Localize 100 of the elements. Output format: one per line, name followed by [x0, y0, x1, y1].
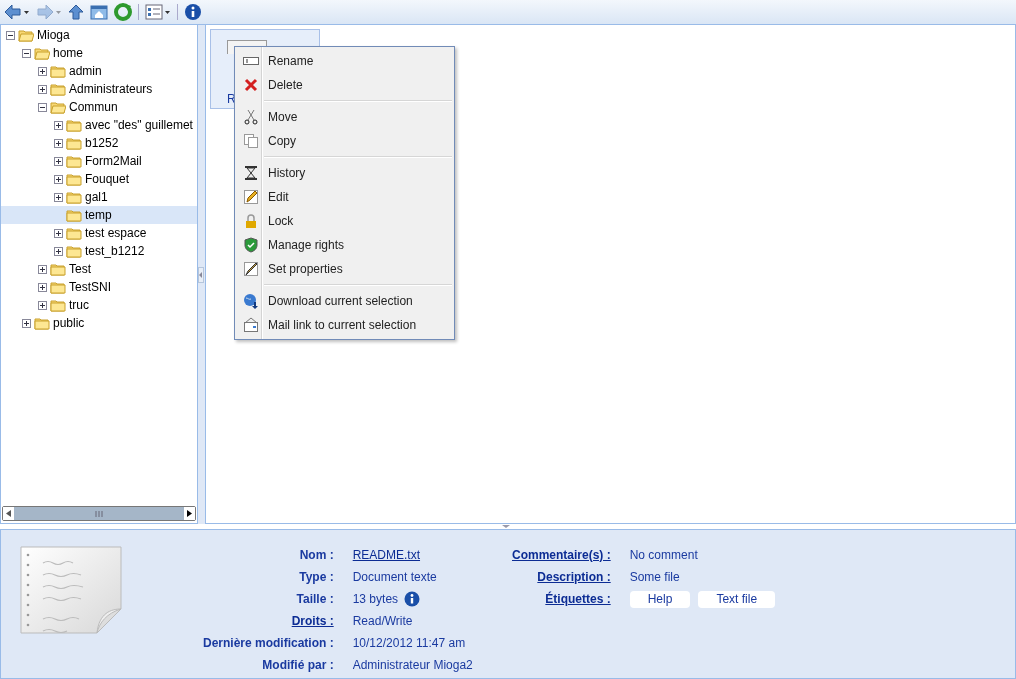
grip-icon[interactable] [95, 510, 103, 517]
expand-toggle[interactable] [38, 282, 47, 292]
field-label: Modifié par : [261, 657, 334, 674]
collapse-toggle[interactable] [22, 48, 31, 58]
hourglass-icon [243, 165, 259, 181]
folder-icon [50, 280, 66, 294]
info-icon[interactable] [404, 591, 421, 607]
field-value: No comment [629, 548, 698, 562]
field-value: Some file [629, 570, 680, 584]
menu-item[interactable]: Download current selection [237, 289, 452, 313]
expand-toggle[interactable] [22, 318, 31, 328]
field-label: Nom : [298, 547, 334, 564]
folder-icon [66, 208, 82, 222]
info-icon[interactable] [184, 3, 202, 21]
padlock-icon [243, 213, 259, 229]
expand-toggle[interactable] [38, 84, 47, 94]
field-label-link[interactable]: Étiquettes : [512, 588, 611, 610]
tree-item[interactable]: Mioga [1, 26, 197, 44]
tree-item[interactable]: public [1, 314, 197, 332]
menu-item[interactable]: Mail link to current selection [237, 313, 452, 337]
collapse-toggle[interactable] [6, 30, 15, 40]
field-value: Document texte [352, 570, 437, 584]
refresh-icon[interactable] [114, 3, 132, 21]
up-arrow-icon[interactable] [68, 4, 84, 20]
folder-icon [50, 64, 66, 78]
folder-icon [66, 226, 82, 240]
tree-item[interactable]: Administrateurs [1, 80, 197, 98]
tag-button[interactable]: Help [629, 590, 691, 608]
expand-toggle[interactable] [38, 66, 47, 76]
menu-item[interactable]: Rename [237, 49, 452, 73]
folder-icon [50, 298, 66, 312]
splitter-handle[interactable] [198, 266, 204, 283]
expand-toggle[interactable] [54, 228, 63, 238]
tree-item[interactable]: Commun [1, 98, 197, 116]
folder-icon [66, 244, 82, 258]
horizontal-scrollbar[interactable] [2, 506, 196, 521]
tree-item[interactable]: b1252 [1, 134, 197, 152]
folder-icon [50, 262, 66, 276]
menu-item[interactable]: Edit [237, 185, 452, 209]
home-folder-icon[interactable] [90, 4, 108, 20]
field-label: Type : [298, 569, 334, 586]
expand-toggle[interactable] [54, 246, 63, 256]
file-name-link[interactable]: README.txt [352, 548, 421, 562]
tree-item[interactable]: test_b1212 [1, 242, 197, 260]
tree-item[interactable]: home [1, 44, 197, 62]
field-value: Administrateur Mioga2 [352, 658, 473, 672]
menu-item[interactable]: Delete [237, 73, 452, 97]
folder-icon [66, 190, 82, 204]
tree-item[interactable]: Form2Mail [1, 152, 197, 170]
expand-toggle[interactable] [38, 264, 47, 274]
field-label-link[interactable]: Droits : [203, 610, 334, 632]
field-label: Taille : [295, 591, 334, 608]
tree-item[interactable]: avec "des" guillemet [1, 116, 197, 134]
expand-toggle[interactable] [54, 120, 63, 130]
tree-item[interactable]: Fouquet [1, 170, 197, 188]
expand-toggle[interactable] [54, 156, 63, 166]
menu-item[interactable]: History [237, 161, 452, 185]
expand-toggle[interactable] [38, 300, 47, 310]
tree-item[interactable]: Test [1, 260, 197, 278]
scroll-left-icon[interactable] [6, 510, 11, 517]
open-folder-icon [18, 28, 34, 42]
field-label-link[interactable]: Commentaire(s) : [512, 544, 611, 566]
open-folder-icon [50, 100, 66, 114]
folder-icon [66, 118, 82, 132]
field-label-link[interactable]: Description : [512, 566, 611, 588]
pencil-icon [243, 261, 259, 277]
folder-icon [66, 136, 82, 150]
tree-item[interactable]: temp [1, 206, 197, 224]
field-value: 13 bytes [352, 592, 399, 606]
scissors-icon [243, 109, 259, 125]
shield-icon [243, 237, 259, 253]
collapse-toggle[interactable] [38, 102, 47, 112]
menu-item[interactable]: Manage rights [237, 233, 452, 257]
expand-toggle[interactable] [54, 138, 63, 148]
folder-icon [34, 316, 50, 330]
pencil-icon [243, 189, 259, 205]
tree-item[interactable]: TestSNI [1, 278, 197, 296]
scroll-right-icon[interactable] [187, 510, 192, 517]
copy-icon [243, 133, 259, 149]
menu-item[interactable]: Set properties [237, 257, 452, 281]
tree-item[interactable]: gal1 [1, 188, 197, 206]
globe-download-icon [243, 293, 259, 309]
open-folder-icon [34, 46, 50, 60]
tree-item[interactable]: admin [1, 62, 197, 80]
expand-toggle[interactable] [54, 174, 63, 184]
tree-item[interactable]: test espace [1, 224, 197, 242]
expand-toggle[interactable] [54, 192, 63, 202]
folder-icon [66, 154, 82, 168]
menu-item[interactable]: Lock [237, 209, 452, 233]
back-arrow-icon[interactable] [4, 4, 30, 20]
field-label: Dernière modification : [203, 635, 334, 652]
menu-item[interactable]: Copy [237, 129, 452, 153]
tree-item[interactable]: truc [1, 296, 197, 314]
list-view-icon[interactable] [145, 4, 171, 20]
folder-icon [50, 82, 66, 96]
envelope-icon [243, 317, 259, 333]
folder-icon [66, 172, 82, 186]
menu-item[interactable]: Move [237, 105, 452, 129]
tag-button[interactable]: Text file [698, 590, 776, 608]
close-icon [243, 77, 259, 93]
